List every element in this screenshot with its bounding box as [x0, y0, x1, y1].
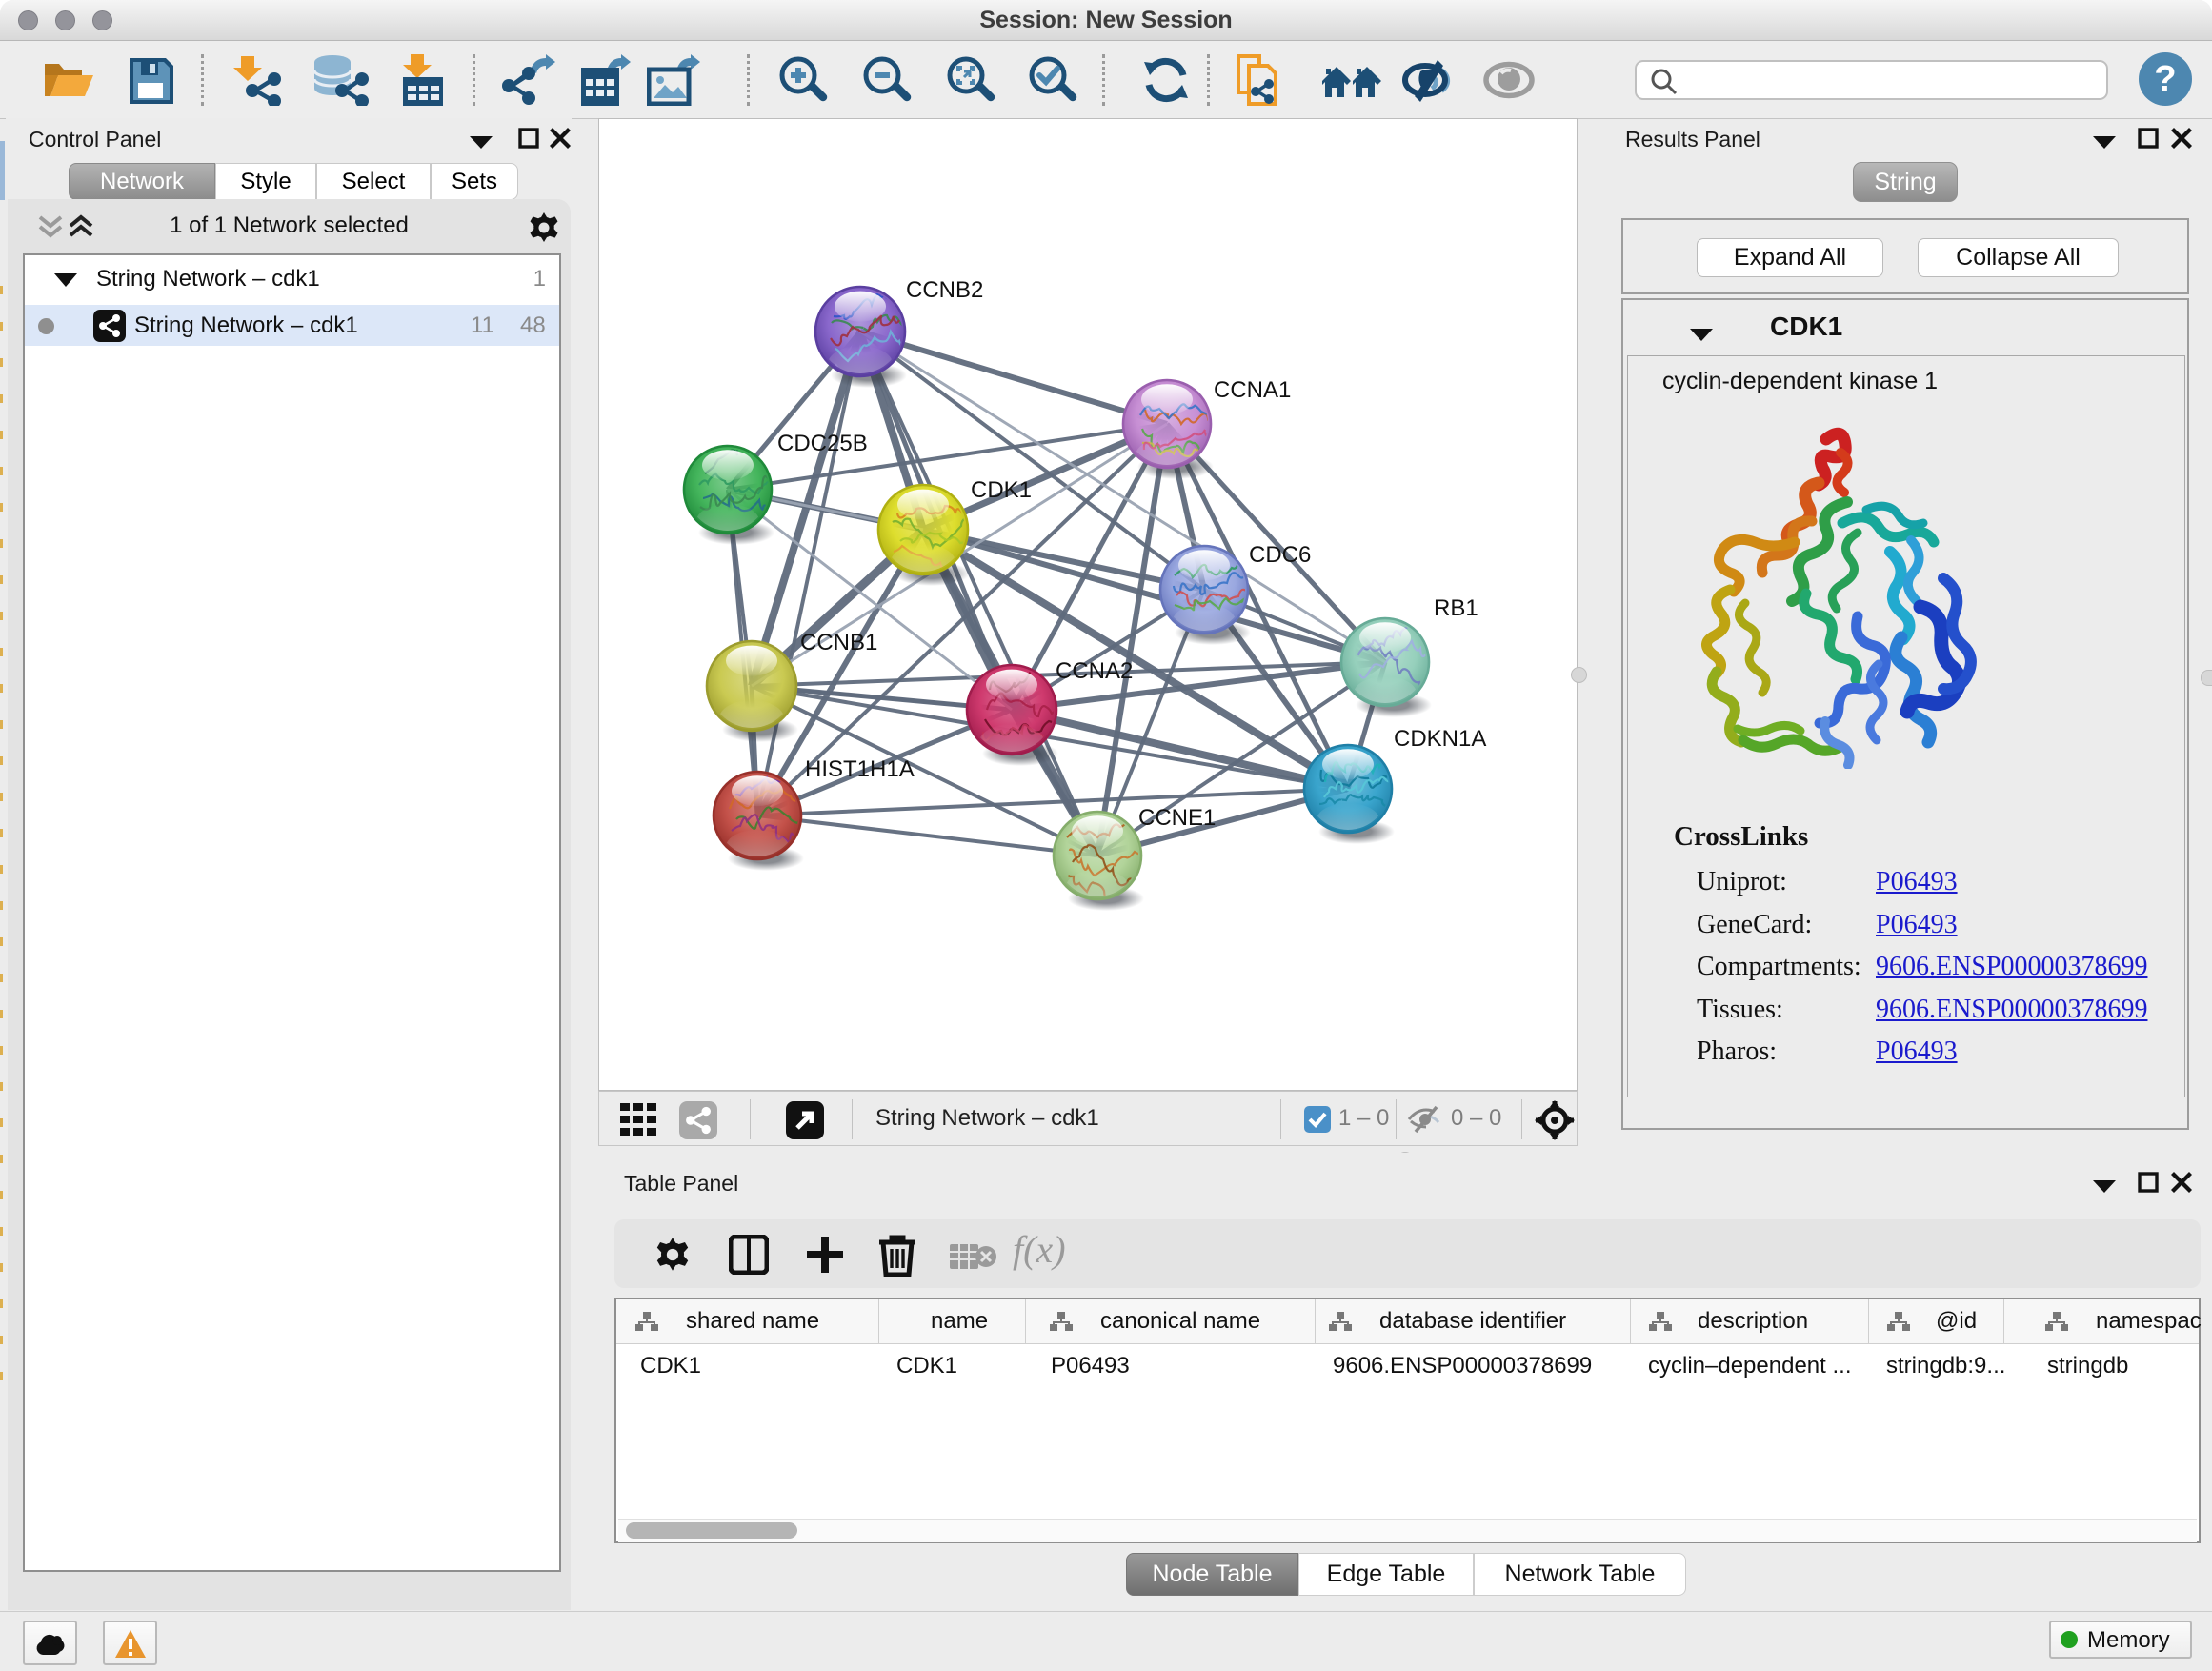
svg-text:CDKN1A: CDKN1A — [1394, 726, 1486, 752]
svg-text:?: ? — [2154, 59, 2176, 99]
svg-text:CCNB2: CCNB2 — [906, 277, 983, 303]
svg-text:CDK1: CDK1 — [971, 477, 1032, 503]
svg-text:CCNE1: CCNE1 — [1138, 805, 1216, 831]
svg-text:CDC6: CDC6 — [1249, 542, 1311, 568]
svg-text:RB1: RB1 — [1434, 595, 1478, 621]
svg-text:CDC25B: CDC25B — [777, 431, 868, 456]
svg-text:HIST1H1A: HIST1H1A — [805, 756, 915, 782]
svg-text:CCNB1: CCNB1 — [800, 630, 877, 655]
svg-text:CCNA2: CCNA2 — [1056, 658, 1133, 684]
svg-text:CCNA1: CCNA1 — [1214, 377, 1291, 403]
